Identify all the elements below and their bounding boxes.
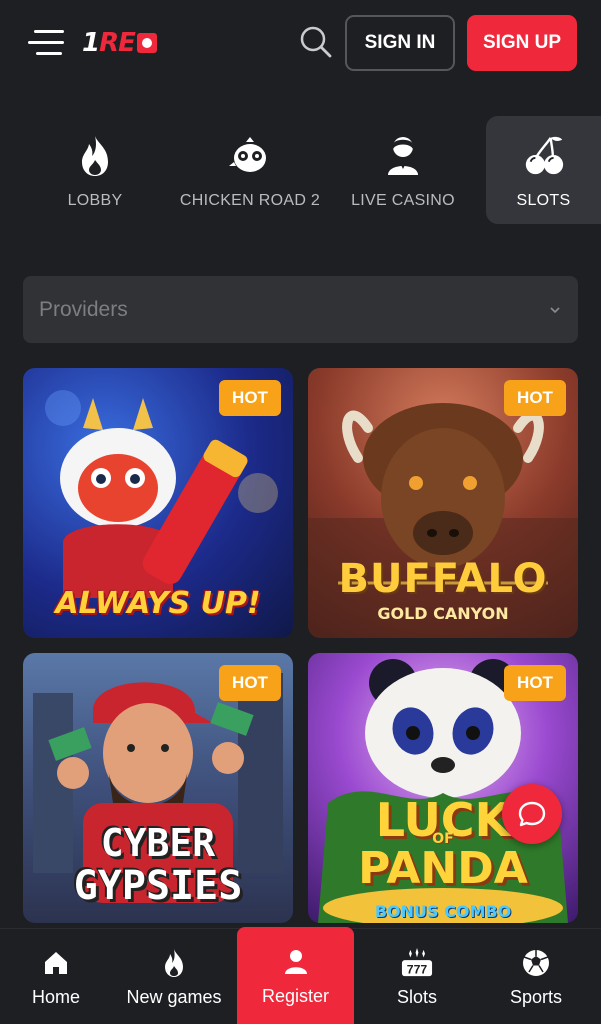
chat-bubble-icon [518, 801, 546, 827]
providers-select[interactable]: Providers [23, 276, 578, 343]
game-subtitle: GOLD CANYON [377, 604, 509, 623]
game-title: BUFFALO [338, 556, 548, 602]
nav-new-games-label: New games [126, 986, 222, 1007]
fire-icon [73, 134, 117, 178]
logo-text-red: RE [99, 28, 136, 58]
game-subtitle: GYPSIES [73, 863, 243, 909]
tab-chicken-road-2-label: CHICKEN ROAD 2 [179, 192, 321, 209]
tab-lobby[interactable]: LOBBY [40, 116, 150, 224]
soccer-ball-icon [520, 947, 552, 979]
nav-slots[interactable]: 777 Slots [362, 929, 472, 1024]
tab-slots-label: SLOTS [516, 192, 571, 209]
home-icon [40, 947, 72, 979]
game-tagline: BONUS COMBO [374, 902, 512, 921]
fire-icon [158, 947, 190, 979]
nav-sports[interactable]: Sports [480, 929, 592, 1024]
bottom-navigation: Home New games Register 777 Slots Sports [0, 927, 601, 1024]
hot-badge: HOT [219, 665, 281, 701]
game-tile-cyber-gypsies[interactable]: CYBER GYPSIES HOT [23, 653, 293, 923]
game-tile-always-up[interactable]: ALWAYS UP! HOT [23, 368, 293, 638]
nav-home[interactable]: Home [0, 929, 112, 1024]
chat-button[interactable] [502, 784, 562, 844]
hot-badge: HOT [504, 665, 566, 701]
tab-live-casino-label: LIVE CASINO [351, 192, 455, 209]
svg-text:777: 777 [407, 962, 428, 976]
nav-register-label: Register [261, 985, 330, 1006]
chicken-icon [228, 134, 272, 178]
category-tabs: LOBBY CHICKEN ROAD 2 LIVE CASINO SLOTS [0, 116, 601, 226]
hot-badge: HOT [219, 380, 281, 416]
chevron-down-icon [548, 303, 562, 317]
slot-777-icon: 777 [401, 947, 433, 979]
logo-text: 1 [82, 28, 100, 58]
nav-new-games[interactable]: New games [118, 929, 230, 1024]
providers-placeholder: Providers [39, 297, 128, 321]
tab-chicken-road-2[interactable]: CHICKEN ROAD 2 [180, 116, 320, 224]
logo[interactable]: 1 RE [82, 28, 157, 58]
nav-home-label: Home [31, 986, 80, 1007]
nav-register[interactable]: Register [237, 927, 354, 1024]
hamburger-menu-icon[interactable] [28, 28, 66, 58]
tab-slots[interactable]: SLOTS [486, 116, 601, 224]
user-icon [280, 946, 312, 978]
cherries-icon [522, 134, 566, 178]
game-title: ALWAYS UP! [55, 586, 261, 621]
game-title: CYBER [100, 821, 216, 865]
dealer-icon [381, 134, 425, 178]
tab-live-casino[interactable]: LIVE CASINO [350, 116, 456, 224]
nav-sports-label: Sports [509, 986, 563, 1007]
nav-slots-label: Slots [396, 986, 438, 1007]
search-icon[interactable] [298, 24, 334, 60]
tab-lobby-label: LOBBY [67, 192, 123, 209]
logo-mascot-icon [136, 33, 157, 53]
sign-up-button[interactable]: SIGN UP [467, 15, 577, 71]
game-subtitle: PANDA [358, 843, 528, 894]
sign-in-button[interactable]: SIGN IN [345, 15, 455, 71]
hot-badge: HOT [504, 380, 566, 416]
game-tile-buffalo-gold-canyon[interactable]: BUFFALO GOLD CANYON HOT [308, 368, 578, 638]
